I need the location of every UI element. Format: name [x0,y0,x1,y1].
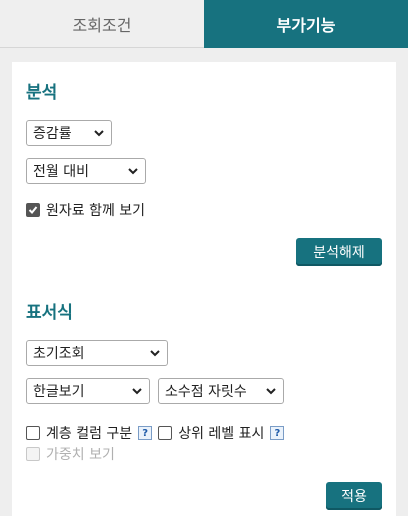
show-raw-data-label: 원자료 함께 보기 [46,203,146,219]
tab-additional-functions[interactable]: 부가기능 [204,0,408,48]
release-analysis-button[interactable]: 분석해제 [296,238,382,266]
decimal-places-value: 소수점 자릿수 [165,384,247,400]
options-panel: 분석 증감률 전월 대비 원자료 함께 보기 분석해제 표서식 초기조회 한글보… [12,62,396,516]
chevron-down-icon [132,388,142,395]
hierarchy-options-row: 계층 컬럼 구분 ? 상위 레벨 표시 ? [26,423,290,443]
chevron-down-icon [266,388,276,395]
tab-search-conditions[interactable]: 조회조건 [0,0,204,48]
hierarchy-column-label: 계층 컬럼 구분 [46,426,133,442]
decimal-places-select[interactable]: 소수점 자릿수 [158,378,284,404]
weight-option: 가중치 보기 [26,444,115,464]
apply-button[interactable]: 적용 [326,482,382,510]
initial-view-select[interactable]: 초기조회 [26,340,168,366]
analysis-type-value: 증감률 [33,126,72,142]
chevron-down-icon [150,350,160,357]
upper-level-label: 상위 레벨 표시 [178,426,265,442]
compare-period-value: 전월 대비 [33,164,89,180]
weight-label: 가중치 보기 [46,447,115,463]
initial-view-value: 초기조회 [33,346,85,362]
language-view-select[interactable]: 한글보기 [26,378,150,404]
help-icon[interactable]: ? [270,426,285,440]
analysis-type-select[interactable]: 증감률 [26,120,112,146]
chevron-down-icon [94,130,104,137]
analysis-section-title: 분석 [26,83,58,103]
language-view-value: 한글보기 [33,384,85,400]
upper-level-checkbox[interactable] [158,426,173,440]
hierarchy-column-checkbox[interactable] [26,426,40,440]
compare-period-select[interactable]: 전월 대비 [26,158,146,184]
format-section-title: 표서식 [26,303,73,323]
help-icon[interactable]: ? [138,426,153,440]
checkmark-icon [28,206,38,214]
show-raw-data-option: 원자료 함께 보기 [26,200,145,220]
chevron-down-icon [128,168,138,175]
show-raw-data-checkbox[interactable] [26,203,40,217]
tab-bar: 조회조건 부가기능 [0,0,408,48]
weight-checkbox[interactable] [26,447,40,461]
